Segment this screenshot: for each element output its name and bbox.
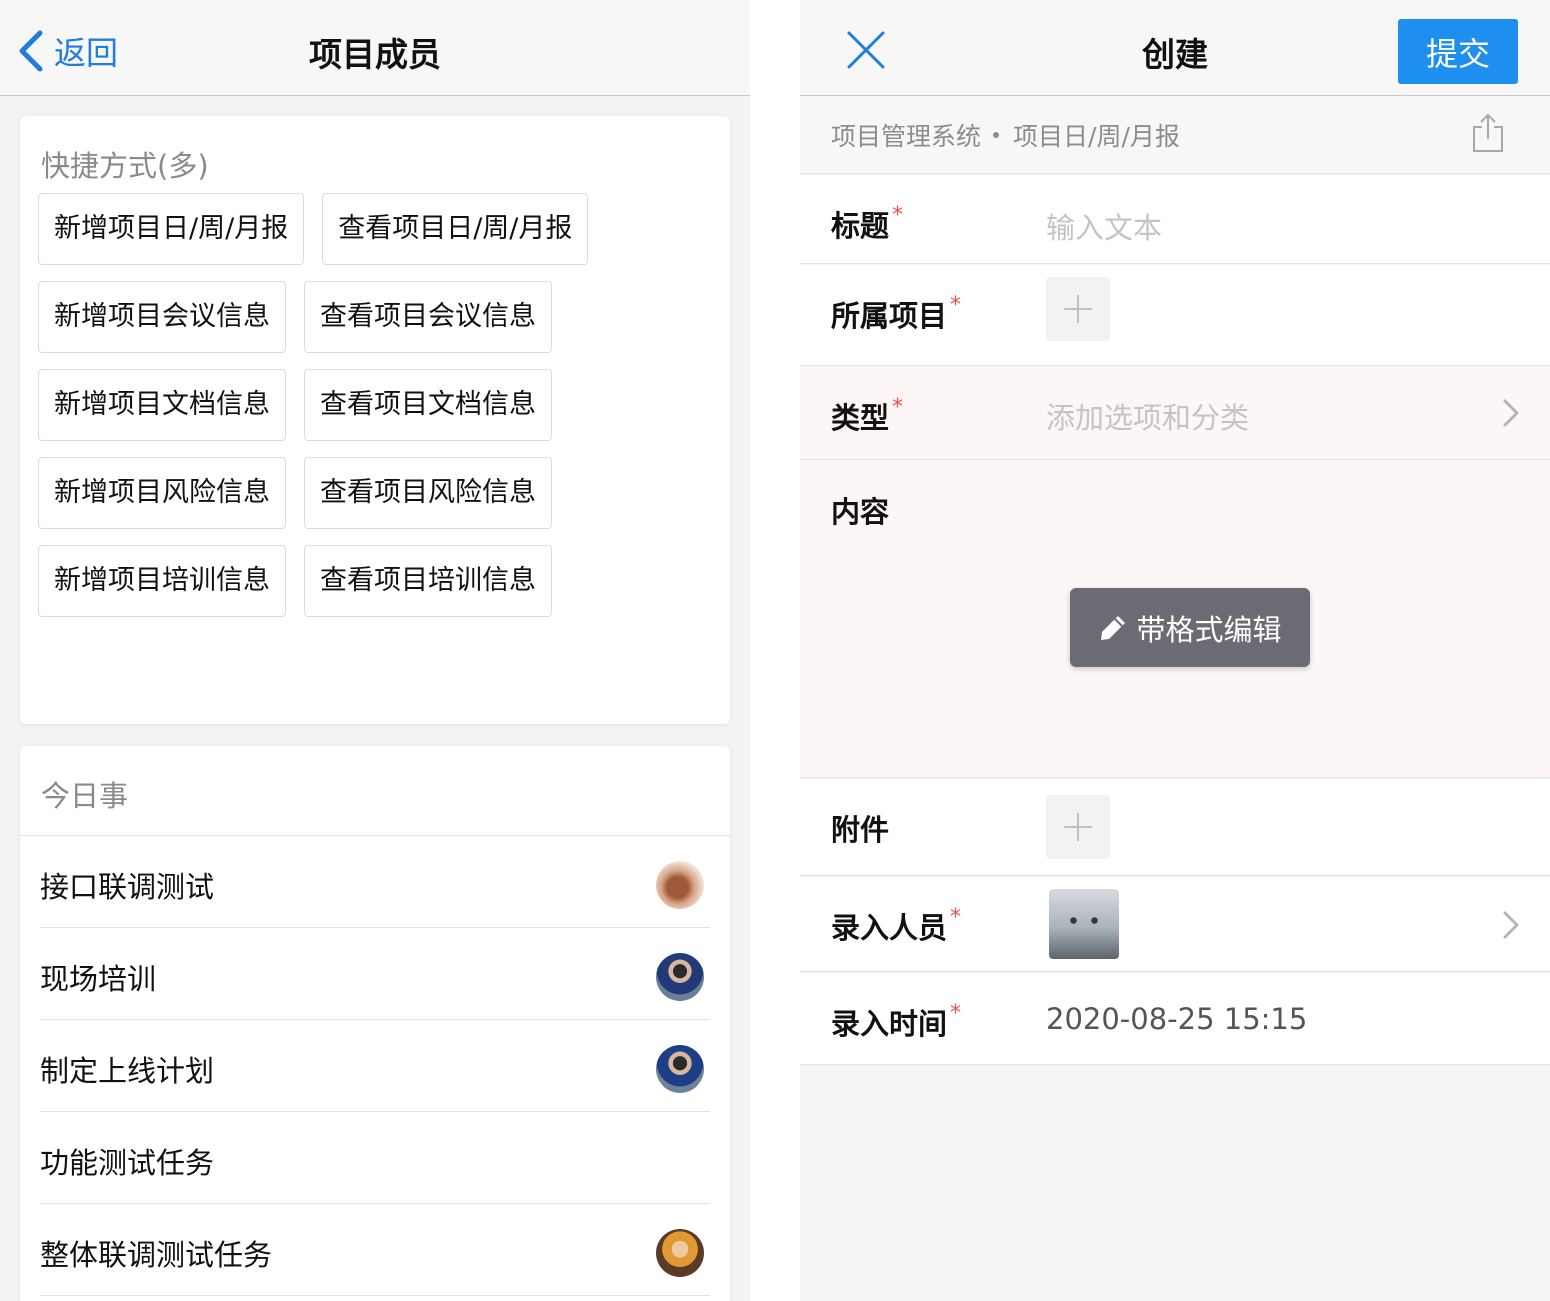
task-label: 制定上线计划 xyxy=(40,1054,215,1088)
rich-edit-label: 带格式编辑 xyxy=(1136,612,1282,647)
shortcut-row: 新增项目风险信息 查看项目风险信息 xyxy=(38,457,718,529)
shortcut-view-meeting[interactable]: 查看项目会议信息 xyxy=(304,281,552,353)
shortcut-row: 新增项目日/周/月报 查看项目日/周/月报 xyxy=(38,193,718,265)
content-row: 内容 带格式编辑 xyxy=(800,461,1550,778)
breadcrumb-app[interactable]: 项目管理系统 xyxy=(831,117,981,153)
share-button[interactable] xyxy=(1472,113,1504,153)
project-label: 所属项目 * xyxy=(831,293,962,333)
title-row: 标题 * 输入文本 xyxy=(800,175,1550,264)
recorder-avatar xyxy=(1049,889,1119,959)
shortcut-row: 新增项目文档信息 查看项目文档信息 xyxy=(38,369,718,441)
title-label: 标题 * xyxy=(831,203,904,243)
shortcut-add-document[interactable]: 新增项目文档信息 xyxy=(38,369,286,441)
breadcrumb-bar: 项目管理系统 项目日/周/月报 xyxy=(800,97,1550,174)
required-mark: * xyxy=(950,293,962,318)
task-item[interactable]: 现场培训 xyxy=(40,928,710,1020)
recorder-row[interactable]: 录入人员 * xyxy=(800,877,1550,972)
chevron-right-icon xyxy=(1503,399,1519,427)
add-attachment-button[interactable] xyxy=(1046,795,1110,859)
page-title: 项目成员 xyxy=(309,35,441,74)
required-mark: * xyxy=(892,395,904,420)
attachment-row: 附件 xyxy=(800,779,1550,876)
required-mark: * xyxy=(950,905,962,930)
shortcut-list: 新增项目日/周/月报 查看项目日/周/月报 新增项目会议信息 查看项目会议信息 … xyxy=(38,193,718,633)
required-mark: * xyxy=(892,203,904,228)
avatar xyxy=(656,861,704,909)
project-row: 所属项目 * xyxy=(800,265,1550,366)
today-card: 今日事 接口联调测试 现场培训 制定上线计划 功能测试任务 整体联调测试任务 xyxy=(20,746,730,1301)
left-nav-bar: 返回 项目成员 xyxy=(0,0,750,96)
recorder-label: 录入人员 * xyxy=(831,905,962,945)
submit-button[interactable]: 提交 xyxy=(1398,19,1518,84)
title-input[interactable]: 输入文本 xyxy=(1046,205,1162,247)
task-label: 功能测试任务 xyxy=(40,1146,215,1180)
shortcut-view-training[interactable]: 查看项目培训信息 xyxy=(304,545,552,617)
shortcut-add-report[interactable]: 新增项目日/周/月报 xyxy=(38,193,305,265)
rich-edit-button[interactable]: 带格式编辑 xyxy=(1070,588,1310,667)
breadcrumb-separator xyxy=(993,132,1000,138)
add-project-button[interactable] xyxy=(1046,277,1110,341)
project-members-screen: 返回 项目成员 快捷方式(多) 新增项目日/周/月报 查看项目日/周/月报 新增… xyxy=(0,0,750,1301)
shortcut-view-report[interactable]: 查看项目日/周/月报 xyxy=(322,193,589,265)
shortcuts-heading: 快捷方式(多) xyxy=(41,149,209,183)
shortcut-add-training[interactable]: 新增项目培训信息 xyxy=(38,545,286,617)
task-label: 整体联调测试任务 xyxy=(40,1238,273,1272)
avatar xyxy=(656,1229,704,1277)
type-select[interactable]: 添加选项和分类 xyxy=(1046,395,1249,437)
task-item[interactable]: 接口联调测试 xyxy=(40,836,710,928)
shortcut-add-meeting[interactable]: 新增项目会议信息 xyxy=(38,281,286,353)
shortcut-view-risk[interactable]: 查看项目风险信息 xyxy=(304,457,552,529)
task-label: 接口联调测试 xyxy=(40,870,215,904)
time-label: 录入时间 * xyxy=(831,1001,962,1041)
shortcut-add-risk[interactable]: 新增项目风险信息 xyxy=(38,457,286,529)
share-icon xyxy=(1473,113,1503,152)
pencil-icon xyxy=(1101,615,1126,640)
today-heading: 今日事 xyxy=(41,779,129,813)
type-label: 类型 * xyxy=(831,395,904,435)
task-item[interactable]: 制定上线计划 xyxy=(40,1020,710,1112)
avatar xyxy=(656,953,704,1001)
shortcut-row: 新增项目会议信息 查看项目会议信息 xyxy=(38,281,718,353)
shortcuts-card: 快捷方式(多) 新增项目日/周/月报 查看项目日/周/月报 新增项目会议信息 查… xyxy=(20,116,730,724)
content-label: 内容 xyxy=(831,495,890,529)
task-item[interactable]: 整体联调测试任务 xyxy=(40,1204,710,1296)
breadcrumb-page: 项目日/周/月报 xyxy=(1013,122,1180,151)
required-mark: * xyxy=(950,1001,962,1026)
attachment-label: 附件 xyxy=(831,813,890,847)
time-row: 录入时间 * 2020-08-25 15:15 xyxy=(800,973,1550,1065)
task-item[interactable]: 功能测试任务 xyxy=(40,1112,710,1204)
type-row[interactable]: 类型 * 添加选项和分类 xyxy=(800,367,1550,460)
chevron-right-icon xyxy=(1503,911,1519,939)
avatar xyxy=(656,1045,704,1093)
right-nav-bar: 创建 提交 xyxy=(800,0,1550,96)
shortcut-row: 新增项目培训信息 查看项目培训信息 xyxy=(38,545,718,617)
create-report-screen: 创建 提交 项目管理系统 项目日/周/月报 标题 * 输入文本 所属项目 * 类型 *… xyxy=(800,0,1550,1301)
shortcut-view-document[interactable]: 查看项目文档信息 xyxy=(304,369,552,441)
task-label: 现场培训 xyxy=(40,962,157,996)
time-value[interactable]: 2020-08-25 15:15 xyxy=(1046,1002,1307,1036)
breadcrumb: 项目管理系统 项目日/周/月报 xyxy=(831,117,1180,153)
